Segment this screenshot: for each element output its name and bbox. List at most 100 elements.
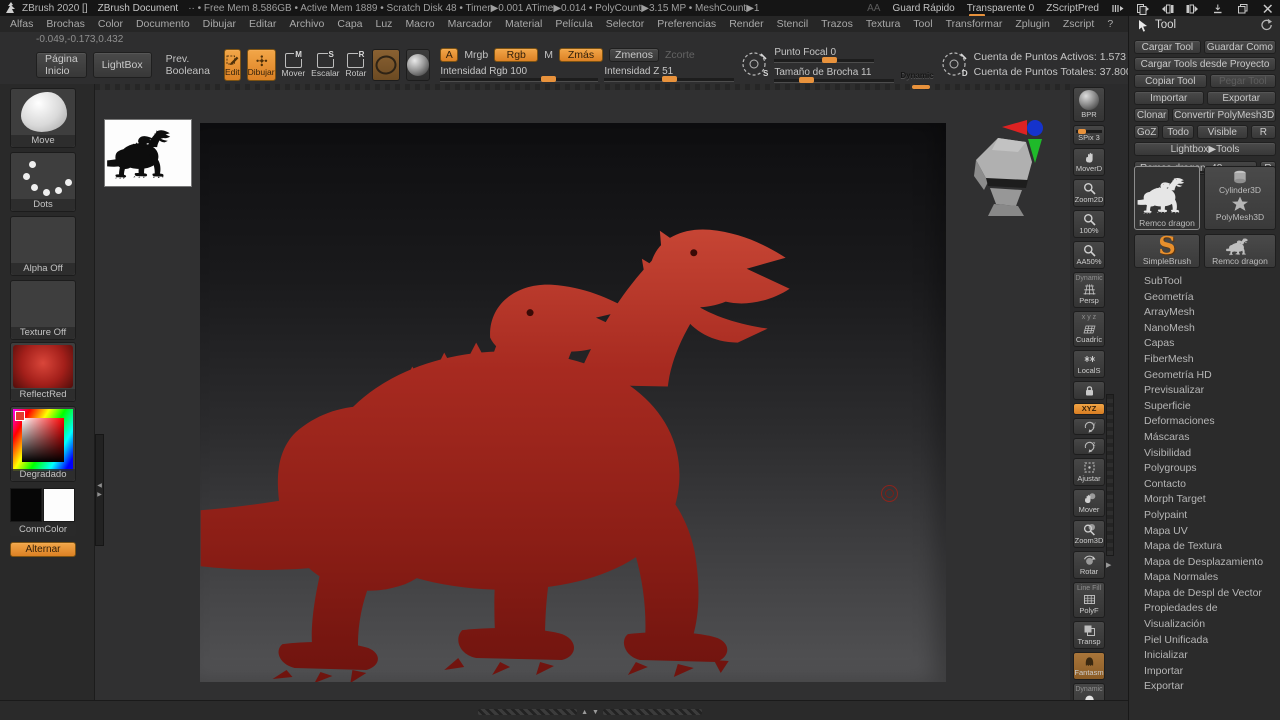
- subpalette-polypaint[interactable]: Polypaint: [1129, 508, 1280, 524]
- left-tile-dots[interactable]: Dots: [10, 152, 76, 212]
- subpalette-nanomesh[interactable]: NanoMesh: [1129, 321, 1280, 337]
- subpalette-mapa-normales[interactable]: Mapa Normales: [1129, 570, 1280, 586]
- left-tile-alpha-off[interactable]: Alpha Off: [10, 216, 76, 276]
- tool-cargar-tool-button[interactable]: Cargar Tool: [1134, 40, 1201, 54]
- subpalette-arraymesh[interactable]: ArrayMesh: [1129, 305, 1280, 321]
- menu-material[interactable]: Material: [505, 18, 542, 30]
- tool-clonar-button[interactable]: Clonar: [1134, 108, 1170, 122]
- restore-icon[interactable]: [1236, 2, 1249, 15]
- menu-pel-cula[interactable]: Película: [555, 18, 592, 30]
- canvas-top-scrollbar[interactable]: [95, 84, 1070, 90]
- menu-marcador[interactable]: Marcador: [448, 18, 492, 30]
- current-brush-well[interactable]: [372, 49, 401, 81]
- document-thumbnail[interactable]: [104, 119, 192, 187]
- zsub-toggle[interactable]: Zmenos: [609, 48, 659, 62]
- subpalette-m-scaras[interactable]: Máscaras: [1129, 430, 1280, 446]
- subpalette-geometr-a[interactable]: Geometría: [1129, 290, 1280, 306]
- bottom-tray-divider[interactable]: ▲ ▼: [478, 708, 702, 716]
- polymesh3d-label[interactable]: PolyMesh3D: [1216, 212, 1264, 223]
- layout-next-icon[interactable]: [1186, 2, 1199, 15]
- menu-dibujar[interactable]: Dibujar: [203, 18, 236, 30]
- stroke-selector[interactable]: S: [740, 50, 768, 80]
- scale-button[interactable]: S Escalar: [311, 49, 340, 81]
- subpalette-geometr-a-hd[interactable]: Geometría HD: [1129, 368, 1280, 384]
- brush-size-slider[interactable]: Tamaño de Brocha 11: [774, 67, 895, 83]
- switch-color-button[interactable]: Alternar: [10, 542, 76, 557]
- m-toggle[interactable]: M: [544, 49, 553, 61]
- subpalette-capas[interactable]: Capas: [1129, 336, 1280, 352]
- ghost-button[interactable]: Fantasm: [1073, 652, 1105, 680]
- polyframe-button[interactable]: Line Fill PolyF: [1073, 582, 1105, 618]
- layout-prev-icon[interactable]: [1161, 2, 1174, 15]
- actual-size-button[interactable]: 100%: [1073, 210, 1105, 238]
- menu-color[interactable]: Color: [98, 18, 123, 30]
- menu-selector[interactable]: Selector: [606, 18, 645, 30]
- menu-zscript[interactable]: Zscript: [1063, 18, 1095, 30]
- palette-reset-icon[interactable]: [1259, 18, 1272, 31]
- axis-gizmo[interactable]: [1000, 118, 1060, 164]
- mrgb-toggle[interactable]: Mrgb: [464, 49, 488, 61]
- tool-pegar-tool-button[interactable]: Pegar Tool: [1209, 74, 1276, 88]
- aa-half-button[interactable]: AA50%: [1073, 241, 1105, 269]
- tool-r-button[interactable]: R: [1250, 125, 1276, 139]
- subpalette-inicializar[interactable]: Inicializar: [1129, 648, 1280, 664]
- rotate-xyz-button[interactable]: XYZ: [1073, 403, 1105, 415]
- menu-trazos[interactable]: Trazos: [821, 18, 853, 30]
- subpalette-mapa-uv[interactable]: Mapa UV: [1129, 524, 1280, 540]
- z-intensity-slider[interactable]: Intensidad Z 51: [604, 66, 735, 82]
- sculpt-canvas[interactable]: [200, 123, 946, 682]
- left-tile-move[interactable]: Move: [10, 88, 76, 148]
- tool-cargar-tools-desde-proyecto-button[interactable]: Cargar Tools desde Proyecto: [1134, 57, 1276, 71]
- zoom-2d-button[interactable]: Zoom2D: [1073, 179, 1105, 207]
- subpalette-subtool[interactable]: SubTool: [1129, 274, 1280, 290]
- main-color-swatch[interactable]: [10, 488, 42, 522]
- draw-button[interactable]: Dibujar: [246, 49, 276, 81]
- left-tile-reflectred[interactable]: ReflectRed: [10, 342, 76, 402]
- transparent-button[interactable]: Transparente 0: [967, 3, 1034, 17]
- tool-lightbox-tools-button[interactable]: Lightbox▶Tools: [1134, 142, 1276, 156]
- subpalette-mapa-de-despl-de-vector[interactable]: Mapa de Despl de Vector: [1129, 586, 1280, 602]
- subpalette-importar[interactable]: Importar: [1129, 664, 1280, 680]
- subpalette-polygroups[interactable]: Polygroups: [1129, 461, 1280, 477]
- local-sym-button[interactable]: LocalS: [1073, 350, 1105, 378]
- right-tray-divider[interactable]: ▶: [1106, 394, 1114, 569]
- menu-preferencias[interactable]: Preferencias: [657, 18, 716, 30]
- tool-todo-button[interactable]: Todo: [1162, 125, 1194, 139]
- scrollbar-handle[interactable]: [912, 85, 930, 89]
- subpalette-deformaciones[interactable]: Deformaciones: [1129, 414, 1280, 430]
- tool-visible-button[interactable]: Visible: [1196, 125, 1248, 139]
- zoom-3d-button[interactable]: Zoom3D: [1073, 520, 1105, 548]
- menu-capa[interactable]: Capa: [337, 18, 362, 30]
- secondary-color-swatch[interactable]: [43, 488, 75, 522]
- tray-up-arrow[interactable]: ▲: [581, 709, 588, 716]
- menu-luz[interactable]: Luz: [376, 18, 393, 30]
- camera-lock-button[interactable]: [1073, 381, 1105, 400]
- bpr-button[interactable]: BPR: [1073, 87, 1105, 122]
- close-icon[interactable]: [1261, 2, 1274, 15]
- rgb-intensity-slider[interactable]: Intensidad Rgb 100: [440, 66, 599, 82]
- subpalette-fibermesh[interactable]: FiberMesh: [1129, 352, 1280, 368]
- menu--[interactable]: ?: [1107, 18, 1113, 30]
- quick-save-button[interactable]: Guard Rápido: [892, 3, 954, 14]
- subpalette-morph-target[interactable]: Morph Target: [1129, 492, 1280, 508]
- move-3d-button[interactable]: Mover: [1073, 489, 1105, 517]
- tool-exportar-button[interactable]: Exportar: [1206, 91, 1276, 105]
- move-button[interactable]: M Mover: [282, 49, 305, 81]
- subpalette-superficie[interactable]: Superficie: [1129, 399, 1280, 415]
- persp-button[interactable]: Dynamic Persp: [1073, 272, 1105, 308]
- tool-palette-header[interactable]: Tool: [1129, 16, 1280, 34]
- menu-render[interactable]: Render: [729, 18, 763, 30]
- menu-stencil[interactable]: Stencil: [777, 18, 809, 30]
- current-material-well[interactable]: [406, 49, 431, 81]
- rgb-toggle[interactable]: Rgb: [494, 48, 539, 62]
- color-picker-icon[interactable]: [13, 409, 73, 471]
- focal-shift-slider[interactable]: Punto Focal 0: [774, 47, 875, 63]
- lightbox-button[interactable]: LightBox: [92, 52, 152, 78]
- subpalette-mapa-de-textura[interactable]: Mapa de Textura: [1129, 539, 1280, 555]
- menu-brochas[interactable]: Brochas: [46, 18, 85, 30]
- subpalette-previsualizar[interactable]: Previsualizar: [1129, 383, 1280, 399]
- brush-size-handle[interactable]: [798, 77, 814, 83]
- spix-slider[interactable]: [1076, 129, 1102, 134]
- menu-archivo[interactable]: Archivo: [289, 18, 324, 30]
- home-page-button[interactable]: Página Inicio: [36, 52, 87, 78]
